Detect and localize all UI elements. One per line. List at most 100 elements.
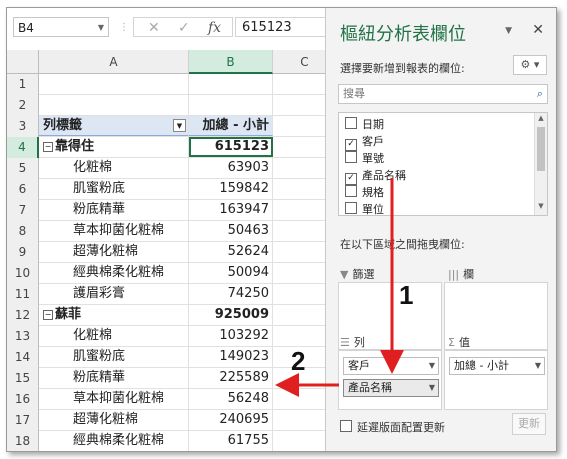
chevron-down-icon[interactable]: ▼ — [429, 358, 435, 374]
update-button[interactable]: 更新 — [512, 413, 546, 435]
scroll-thumb[interactable] — [537, 127, 545, 171]
cell-a[interactable]: 護眉彩膏 — [39, 284, 189, 304]
defer-checkbox[interactable] — [340, 420, 352, 432]
chevron-down-icon[interactable]: ▼ — [429, 380, 435, 396]
row-header[interactable]: 11 — [7, 284, 39, 305]
row-header[interactable]: 1 — [7, 74, 39, 95]
row-header[interactable]: 8 — [7, 221, 39, 242]
rows-drop-area[interactable]: 客戶 ▼ 產品名稱 ▼ — [338, 350, 442, 410]
cell-a[interactable]: − 靠得住 — [39, 137, 189, 157]
row-header[interactable]: 13 — [7, 326, 39, 347]
cell-b[interactable]: 50463 — [189, 221, 273, 241]
cell-b[interactable]: 225589 — [189, 368, 273, 388]
field-checkbox[interactable] — [345, 202, 357, 214]
search-icon[interactable]: ⌕ — [537, 85, 543, 103]
cell-b[interactable]: 61755 — [189, 431, 273, 451]
row-header[interactable]: 7 — [7, 200, 39, 221]
field-item[interactable]: 日期 — [345, 116, 384, 133]
field-search-input[interactable]: 搜尋 ⌕ — [338, 84, 548, 104]
scroll-up-icon[interactable]: ▲ — [535, 114, 547, 122]
row-header[interactable]: 6 — [7, 179, 39, 200]
cell-b[interactable]: 615123 — [189, 137, 273, 157]
values-drop-area[interactable]: 加總 - 小計 ▼ — [444, 350, 548, 410]
collapse-toggle-icon[interactable]: − — [43, 142, 53, 152]
field-checkbox[interactable] — [345, 117, 357, 129]
chevron-down-icon[interactable]: ▼ — [98, 18, 104, 38]
cell-a[interactable]: 粉底精華 — [39, 368, 189, 388]
cell-a[interactable]: − 蘇菲 — [39, 305, 189, 325]
filter-dropdown-icon[interactable]: ▼ — [173, 119, 186, 132]
cell-a[interactable]: 列標籤 ▼ — [39, 116, 189, 136]
insert-function-icon[interactable]: fx — [208, 18, 221, 38]
cell-b[interactable]: 149023 — [189, 347, 273, 367]
scroll-down-icon[interactable]: ▼ — [535, 202, 547, 210]
panel-options-chevron-icon[interactable]: ▼ — [505, 26, 512, 36]
rows-area-header: ☰ 列 — [340, 334, 365, 350]
field-list-scrollbar[interactable]: ▲ ▼ — [534, 113, 547, 215]
cell-b[interactable] — [189, 74, 273, 94]
cell-b[interactable] — [189, 95, 273, 115]
cell-a[interactable]: 化粧棉 — [39, 158, 189, 178]
cell-a[interactable]: 肌蜜粉底 — [39, 347, 189, 367]
column-header-a[interactable]: A — [39, 50, 189, 74]
cell-b[interactable]: 925009 — [189, 305, 273, 325]
cell-b[interactable]: 240695 — [189, 410, 273, 430]
cell-a[interactable]: 經典棉柔化粧棉 — [39, 431, 189, 451]
select-all-corner[interactable] — [7, 50, 39, 74]
cell-b[interactable]: 50094 — [189, 263, 273, 283]
row-header[interactable]: 2 — [7, 95, 39, 116]
collapse-toggle-icon[interactable]: − — [43, 310, 53, 320]
cell-b[interactable]: 159842 — [189, 179, 273, 199]
values-field-sum-subtotal[interactable]: 加總 - 小計 ▼ — [449, 357, 545, 375]
defer-layout-update[interactable]: 延遲版面配置更新 — [340, 419, 445, 435]
table-row: 8 草本抑菌化粧棉 50463 — [7, 221, 337, 242]
row-header[interactable]: 12 — [7, 305, 39, 326]
cell-a[interactable] — [39, 74, 189, 94]
row-header[interactable]: 4 — [7, 137, 39, 158]
cell-a[interactable]: 肌蜜粉底 — [39, 179, 189, 199]
cell-a[interactable]: 經典棉柔化粧棉 — [39, 263, 189, 283]
cell-a[interactable]: 化粧棉 — [39, 326, 189, 346]
row-header[interactable]: 5 — [7, 158, 39, 179]
chevron-down-icon[interactable]: ▼ — [535, 358, 541, 374]
row-header[interactable]: 16 — [7, 389, 39, 410]
filters-label: 篩選 — [352, 268, 375, 281]
field-item[interactable]: 單位 — [345, 201, 384, 215]
close-icon[interactable]: ✕ — [532, 22, 544, 38]
cell-b[interactable]: 加總 - 小計 — [189, 116, 273, 136]
row-header[interactable]: 18 — [7, 431, 39, 451]
row-header[interactable]: 14 — [7, 347, 39, 368]
field-checkbox[interactable] — [345, 151, 357, 163]
name-box[interactable]: B4 ▼ — [13, 17, 109, 37]
values-label: 值 — [458, 336, 470, 349]
enter-icon[interactable]: ✓ — [178, 18, 190, 38]
column-header-b[interactable]: B — [189, 50, 273, 74]
field-item[interactable]: 單號 — [345, 150, 384, 167]
cell-a[interactable]: 粉底精華 — [39, 200, 189, 220]
row-header[interactable]: 9 — [7, 242, 39, 263]
row-header[interactable]: 10 — [7, 263, 39, 284]
cell-a[interactable]: 超薄化粧棉 — [39, 410, 189, 430]
field-item[interactable]: ✓ 產品名稱 — [345, 167, 406, 185]
cell-a[interactable]: 草本抑菌化粧棉 — [39, 389, 189, 409]
tools-gear-button[interactable]: ⚙ ▾ — [513, 55, 547, 75]
row-header[interactable]: 3 — [7, 116, 39, 137]
cell-b[interactable]: 56248 — [189, 389, 273, 409]
row-header[interactable]: 17 — [7, 410, 39, 431]
cancel-icon[interactable]: ✕ — [148, 18, 160, 38]
cell-b[interactable]: 63903 — [189, 158, 273, 178]
cell-a[interactable] — [39, 95, 189, 115]
cell-b[interactable]: 163947 — [189, 200, 273, 220]
field-item[interactable]: 規格 — [345, 184, 384, 201]
cell-a[interactable]: 超薄化粧棉 — [39, 242, 189, 262]
cell-b[interactable]: 103292 — [189, 326, 273, 346]
table-row: 15 粉底精華 225589 — [7, 368, 337, 389]
cell-b[interactable]: 74250 — [189, 284, 273, 304]
field-item[interactable]: ✓ 客戶 — [345, 133, 384, 151]
rows-field-product-name[interactable]: 產品名稱 ▼ — [343, 379, 439, 397]
row-header[interactable]: 15 — [7, 368, 39, 389]
cell-a[interactable]: 草本抑菌化粧棉 — [39, 221, 189, 241]
cell-b[interactable]: 52624 — [189, 242, 273, 262]
field-checkbox[interactable] — [345, 185, 357, 197]
rows-field-customer[interactable]: 客戶 ▼ — [343, 357, 439, 375]
